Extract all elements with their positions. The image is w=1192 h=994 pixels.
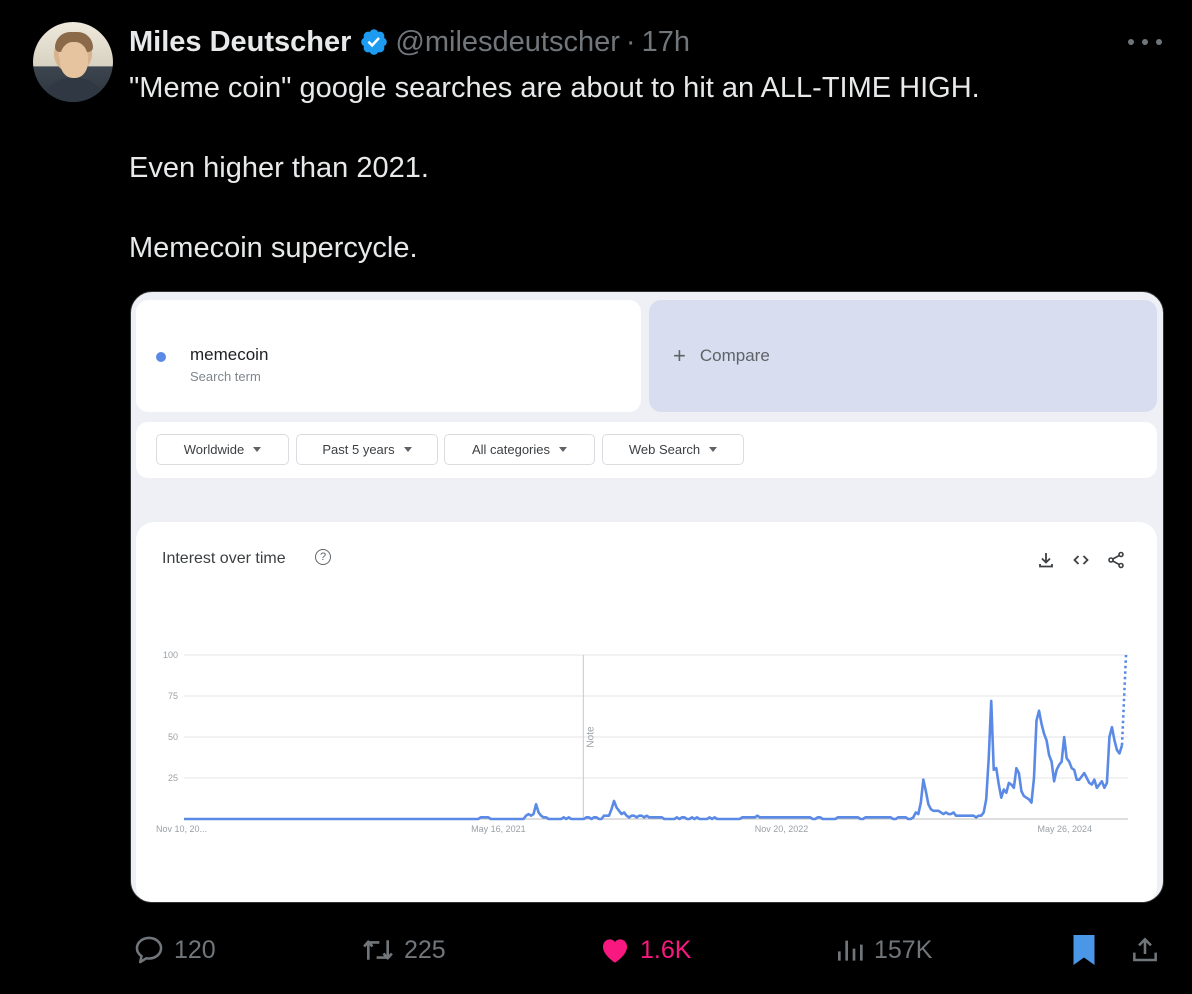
x-tick-label: Nov 10, 20... [156, 824, 207, 834]
tweet-text: "Meme coin" google searches are about to… [129, 68, 980, 268]
timestamp[interactable]: 17h [642, 26, 690, 59]
reply-icon [135, 936, 163, 964]
avatar-shirt [41, 78, 107, 102]
tweet-actions: 120 225 1.6K 157K [0, 925, 1192, 975]
dot [1156, 39, 1162, 45]
filter-time-range[interactable]: Past 5 years [296, 434, 438, 465]
filter-category[interactable]: All categories [444, 434, 595, 465]
author-name[interactable]: Miles Deutscher [129, 26, 351, 59]
search-term: memecoin [190, 345, 269, 364]
reply-count: 120 [174, 935, 216, 964]
search-term-label: Search term [190, 369, 261, 384]
repost-button[interactable]: 225 [360, 925, 446, 975]
x-tick-label: May 26, 2024 [1037, 824, 1092, 834]
y-tick-label: 75 [168, 691, 178, 701]
tweet-line-blank [129, 188, 980, 228]
x-tick-label: Nov 20, 2022 [755, 824, 809, 834]
more-options-icon[interactable] [1128, 28, 1162, 56]
verified-badge-icon [361, 29, 388, 55]
views-icon [838, 940, 863, 961]
tweet-line: "Meme coin" google searches are about to… [129, 72, 980, 104]
tweet-media-image[interactable]: memecoin Search term + Compare Worldwide… [130, 291, 1164, 903]
tweet-line-blank [129, 108, 980, 148]
tweet-header: Miles Deutscher @milesdeutscher · 17h [129, 24, 690, 60]
series-line-memecoin [184, 699, 1124, 821]
view-count: 157K [874, 935, 933, 964]
reply-button[interactable]: 120 [132, 925, 216, 975]
line-chart: 25 50 75 100 Note Nov 10, 20... May 16, 2021 No… [156, 650, 1128, 834]
dot [1128, 39, 1134, 45]
compare-label: Compare [699, 346, 770, 365]
note-label: Note [585, 726, 596, 748]
term-color-dot [156, 352, 166, 362]
tweet-line: Memecoin supercycle. [129, 232, 418, 264]
avatar-face [60, 42, 88, 78]
filter-label: Web Search [628, 442, 701, 457]
series-partial-dotted [1120, 654, 1128, 746]
like-count: 1.6K [640, 935, 692, 964]
separator: · [625, 25, 636, 58]
caret-down-icon [559, 447, 568, 452]
filter-bar: Worldwide Past 5 years All categories We… [136, 422, 1157, 478]
compare-button[interactable]: + Compare [649, 300, 1157, 412]
like-button[interactable]: 1.6K [598, 925, 691, 975]
share-tweet-icon[interactable] [1129, 934, 1161, 966]
y-tick-label: 25 [168, 773, 178, 783]
filter-label: All categories [471, 442, 551, 457]
filter-label: Worldwide [183, 442, 245, 457]
y-tick-label: 100 [163, 650, 178, 660]
x-tick-label: May 16, 2021 [471, 824, 526, 834]
heart-icon [602, 939, 628, 963]
tweet-line: Even higher than 2021. [129, 152, 429, 184]
caret-down-icon [253, 447, 262, 452]
caret-down-icon [709, 447, 718, 452]
bookmark-icon[interactable] [1069, 932, 1099, 968]
y-tick-label: 50 [168, 732, 178, 742]
author-handle[interactable]: @milesdeutscher [395, 26, 619, 59]
filter-region[interactable]: Worldwide [156, 434, 289, 465]
filter-label: Past 5 years [322, 442, 395, 457]
repost-count: 225 [404, 935, 446, 964]
filter-search-type[interactable]: Web Search [602, 434, 744, 465]
caret-down-icon [403, 447, 412, 452]
interest-over-time-panel: Interest over time ? 25 50 75 100 Note Nov 10… [136, 522, 1157, 902]
repost-icon [363, 940, 393, 960]
dot [1142, 39, 1148, 45]
views-button[interactable]: 157K [834, 925, 932, 975]
author-avatar[interactable] [33, 22, 113, 102]
search-term-card[interactable]: memecoin Search term [136, 300, 641, 412]
plus-icon: + [673, 343, 686, 368]
